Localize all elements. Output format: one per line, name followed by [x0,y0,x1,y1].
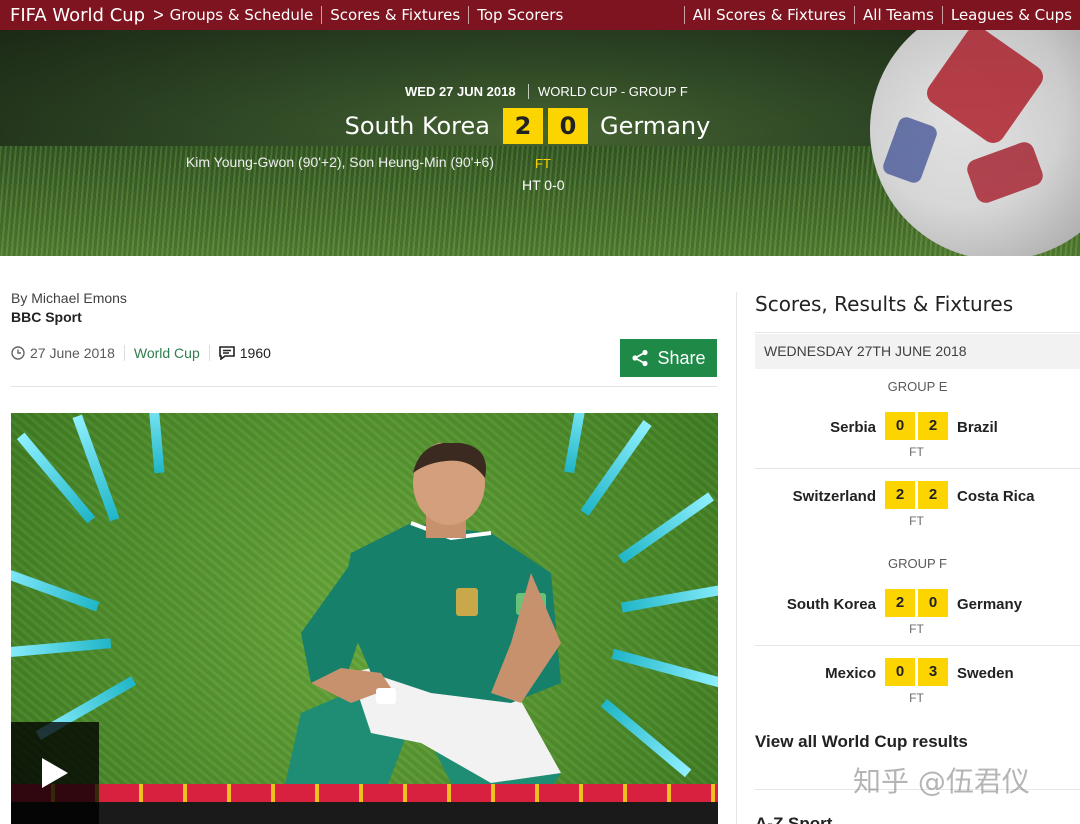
fixture-away-team: Costa Rica [957,488,1035,505]
fixture-row[interactable]: South Korea 2 0 Germany FT [755,584,1080,644]
share-button[interactable]: Share [620,339,717,377]
view-all-results-link[interactable]: View all World Cup results [755,732,968,752]
fixture-separator [755,468,1080,469]
share-icon [632,349,649,367]
fixture-row[interactable]: Switzerland 2 2 Costa Rica FT [755,476,1080,536]
fixture-status: FT [909,445,924,459]
player-photo [281,443,561,803]
article-topic-link[interactable]: World Cup [134,345,200,361]
nav-link-scores-fixtures[interactable]: Scores & Fixtures [321,6,468,24]
graphic-stripe-dark [11,802,718,824]
fixture-status: FT [909,622,924,636]
goal-scorers: Kim Young-Gwon (90'+2), Son Heung-Min (9… [185,154,494,170]
nav-brand[interactable]: FIFA World Cup [0,5,145,26]
share-label: Share [657,347,706,368]
nav-link-groups-schedule[interactable]: Groups & Schedule [170,6,322,24]
group-heading: GROUP F [888,556,947,571]
match-status: FT [535,156,551,171]
fixture-away-team: Germany [957,596,1023,613]
meta-separator [123,345,125,361]
clock-icon [11,346,25,360]
article-date: 27 June 2018 [30,345,115,361]
nav-link-leagues-cups[interactable]: Leagues & Cups [941,6,1080,24]
play-icon [42,758,68,788]
fixture-home-team: Serbia [830,419,876,436]
fixture-row[interactable]: Serbia 0 2 Brazil FT [755,407,1080,467]
nav-link-top-scorers[interactable]: Top Scorers [468,6,571,24]
fixture-home-team: Mexico [825,665,876,682]
chevron-right-icon: > [153,4,164,25]
comment-icon[interactable] [218,346,235,360]
half-time-score: HT 0-0 [522,177,565,193]
graphic-stripe [11,784,718,802]
fixture-away-score: 2 [918,481,948,509]
next-section-title: A-Z Sport [755,814,833,824]
article-divider [11,386,717,387]
graphic-ray [620,583,718,613]
article-meta: 27 June 2018 World Cup 1960 [11,345,271,361]
fixture-home-team: Switzerland [792,488,876,505]
author-name: By Michael Emons [11,290,127,306]
fixture-away-score: 0 [918,589,948,617]
fixture-away-team: Brazil [957,419,998,436]
fixture-home-score: 0 [885,412,915,440]
fixture-home-score: 0 [885,658,915,686]
graphic-ray [580,420,652,516]
nav-link-all-teams[interactable]: All Teams [854,6,942,24]
fixture-home-score: 2 [885,481,915,509]
nav-link-all-scores-fixtures[interactable]: All Scores & Fixtures [683,6,854,24]
meta-separator [208,345,210,361]
graphic-ray [11,564,100,612]
author-organisation: BBC Sport [11,309,82,325]
graphic-ray [611,648,718,688]
sidebar-divider [755,332,1080,333]
match-hero: WED 27 JUN 2018 WORLD CUP - GROUP F Sout… [0,30,1080,256]
home-score: 2 [503,108,543,144]
match-competition[interactable]: WORLD CUP - GROUP F [528,84,688,99]
fixture-separator [755,645,1080,646]
fixture-away-score: 3 [918,658,948,686]
fixture-away-team: Sweden [957,665,1014,682]
match-date: WED 27 JUN 2018 [405,84,516,99]
byline: By Michael Emons BBC Sport [11,290,127,325]
top-nav: FIFA World Cup > Groups & Schedule Score… [0,0,1080,30]
graphic-ray [600,698,692,778]
away-team-name[interactable]: Germany [600,112,760,140]
watermark: 知乎 @伍君仪 [853,765,1030,798]
fixture-row[interactable]: Mexico 0 3 Sweden FT [755,653,1080,713]
fixture-away-score: 2 [918,412,948,440]
fixture-home-score: 2 [885,589,915,617]
away-score: 0 [548,108,588,144]
sidebar-title[interactable]: Scores, Results & Fixtures [755,292,1013,316]
video-player[interactable] [11,413,718,824]
play-button[interactable] [11,722,99,824]
comment-count[interactable]: 1960 [240,345,271,361]
home-team-name[interactable]: South Korea [330,112,490,140]
group-heading: GROUP E [887,379,948,394]
fixtures-day-header: WEDNESDAY 27TH JUNE 2018 [755,334,1080,369]
graphic-ray [618,492,714,564]
fixture-status: FT [909,691,924,705]
graphic-ray [11,638,112,658]
fixture-home-team: South Korea [786,596,876,613]
fixture-status: FT [909,514,924,528]
graphic-ray [147,413,165,474]
